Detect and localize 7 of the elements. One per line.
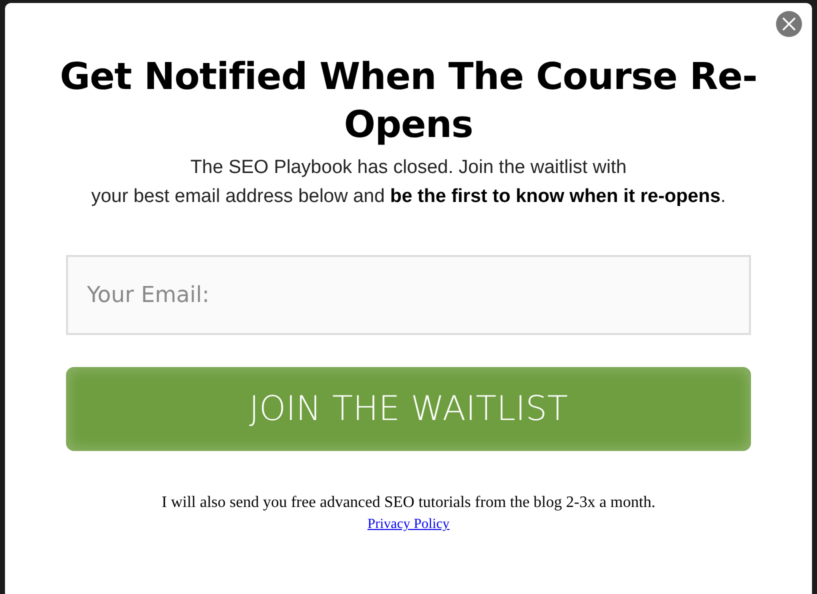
close-icon <box>782 17 796 31</box>
email-field[interactable]: Your Email: <box>66 255 751 335</box>
close-button[interactable] <box>776 11 802 37</box>
modal-description: The SEO Playbook has closed. Join the waitlist with your best email address below and be the first to know when it re-opens. <box>91 156 726 209</box>
modal-title: Get Notified When The Course Re-Opens <box>58 54 758 148</box>
footer-note: I will also send you free advanced SEO tutorials from the blog 2-3x a month. <box>162 493 656 513</box>
privacy-policy-link[interactable]: Privacy Policy <box>367 516 450 534</box>
